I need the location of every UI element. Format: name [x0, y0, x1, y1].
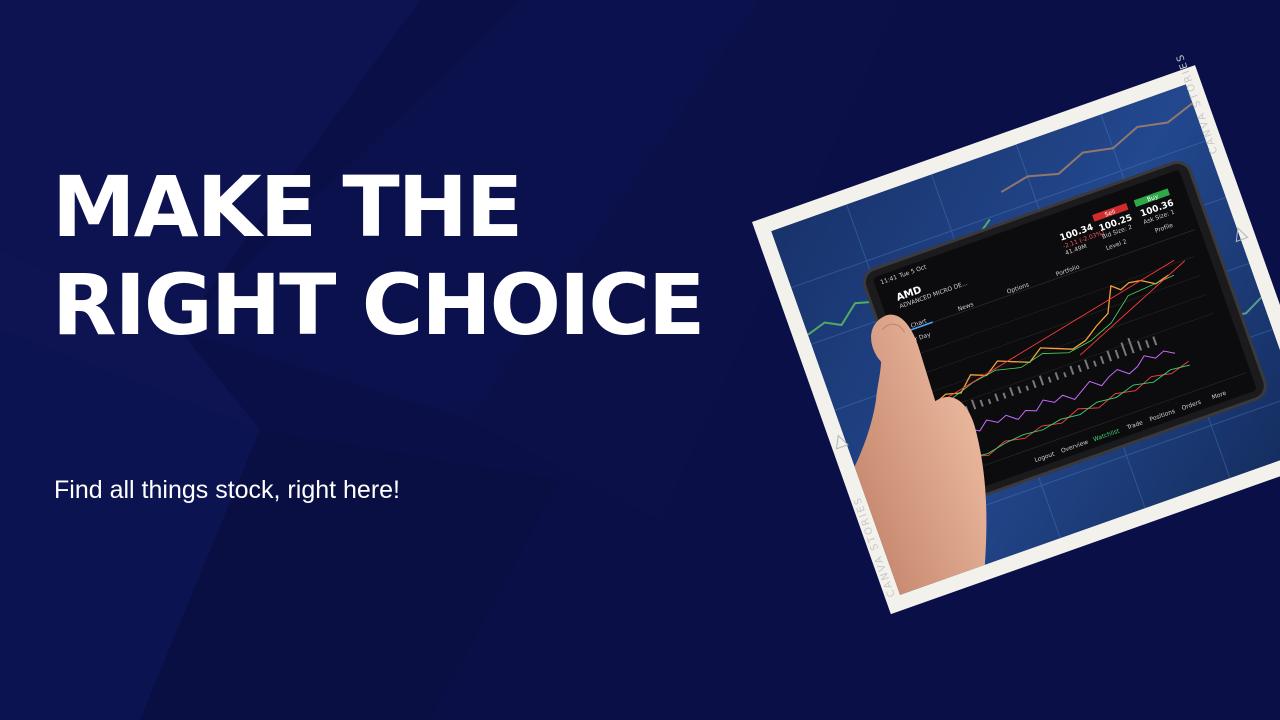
background-shapes [0, 0, 900, 720]
tagline: Find all things stock, right here! [54, 476, 400, 504]
headline-line-2: RIGHT CHOICE [52, 256, 705, 354]
headline-line-1: MAKE THE [52, 158, 523, 256]
headline: MAKE THE RIGHT CHOICE [52, 158, 705, 354]
